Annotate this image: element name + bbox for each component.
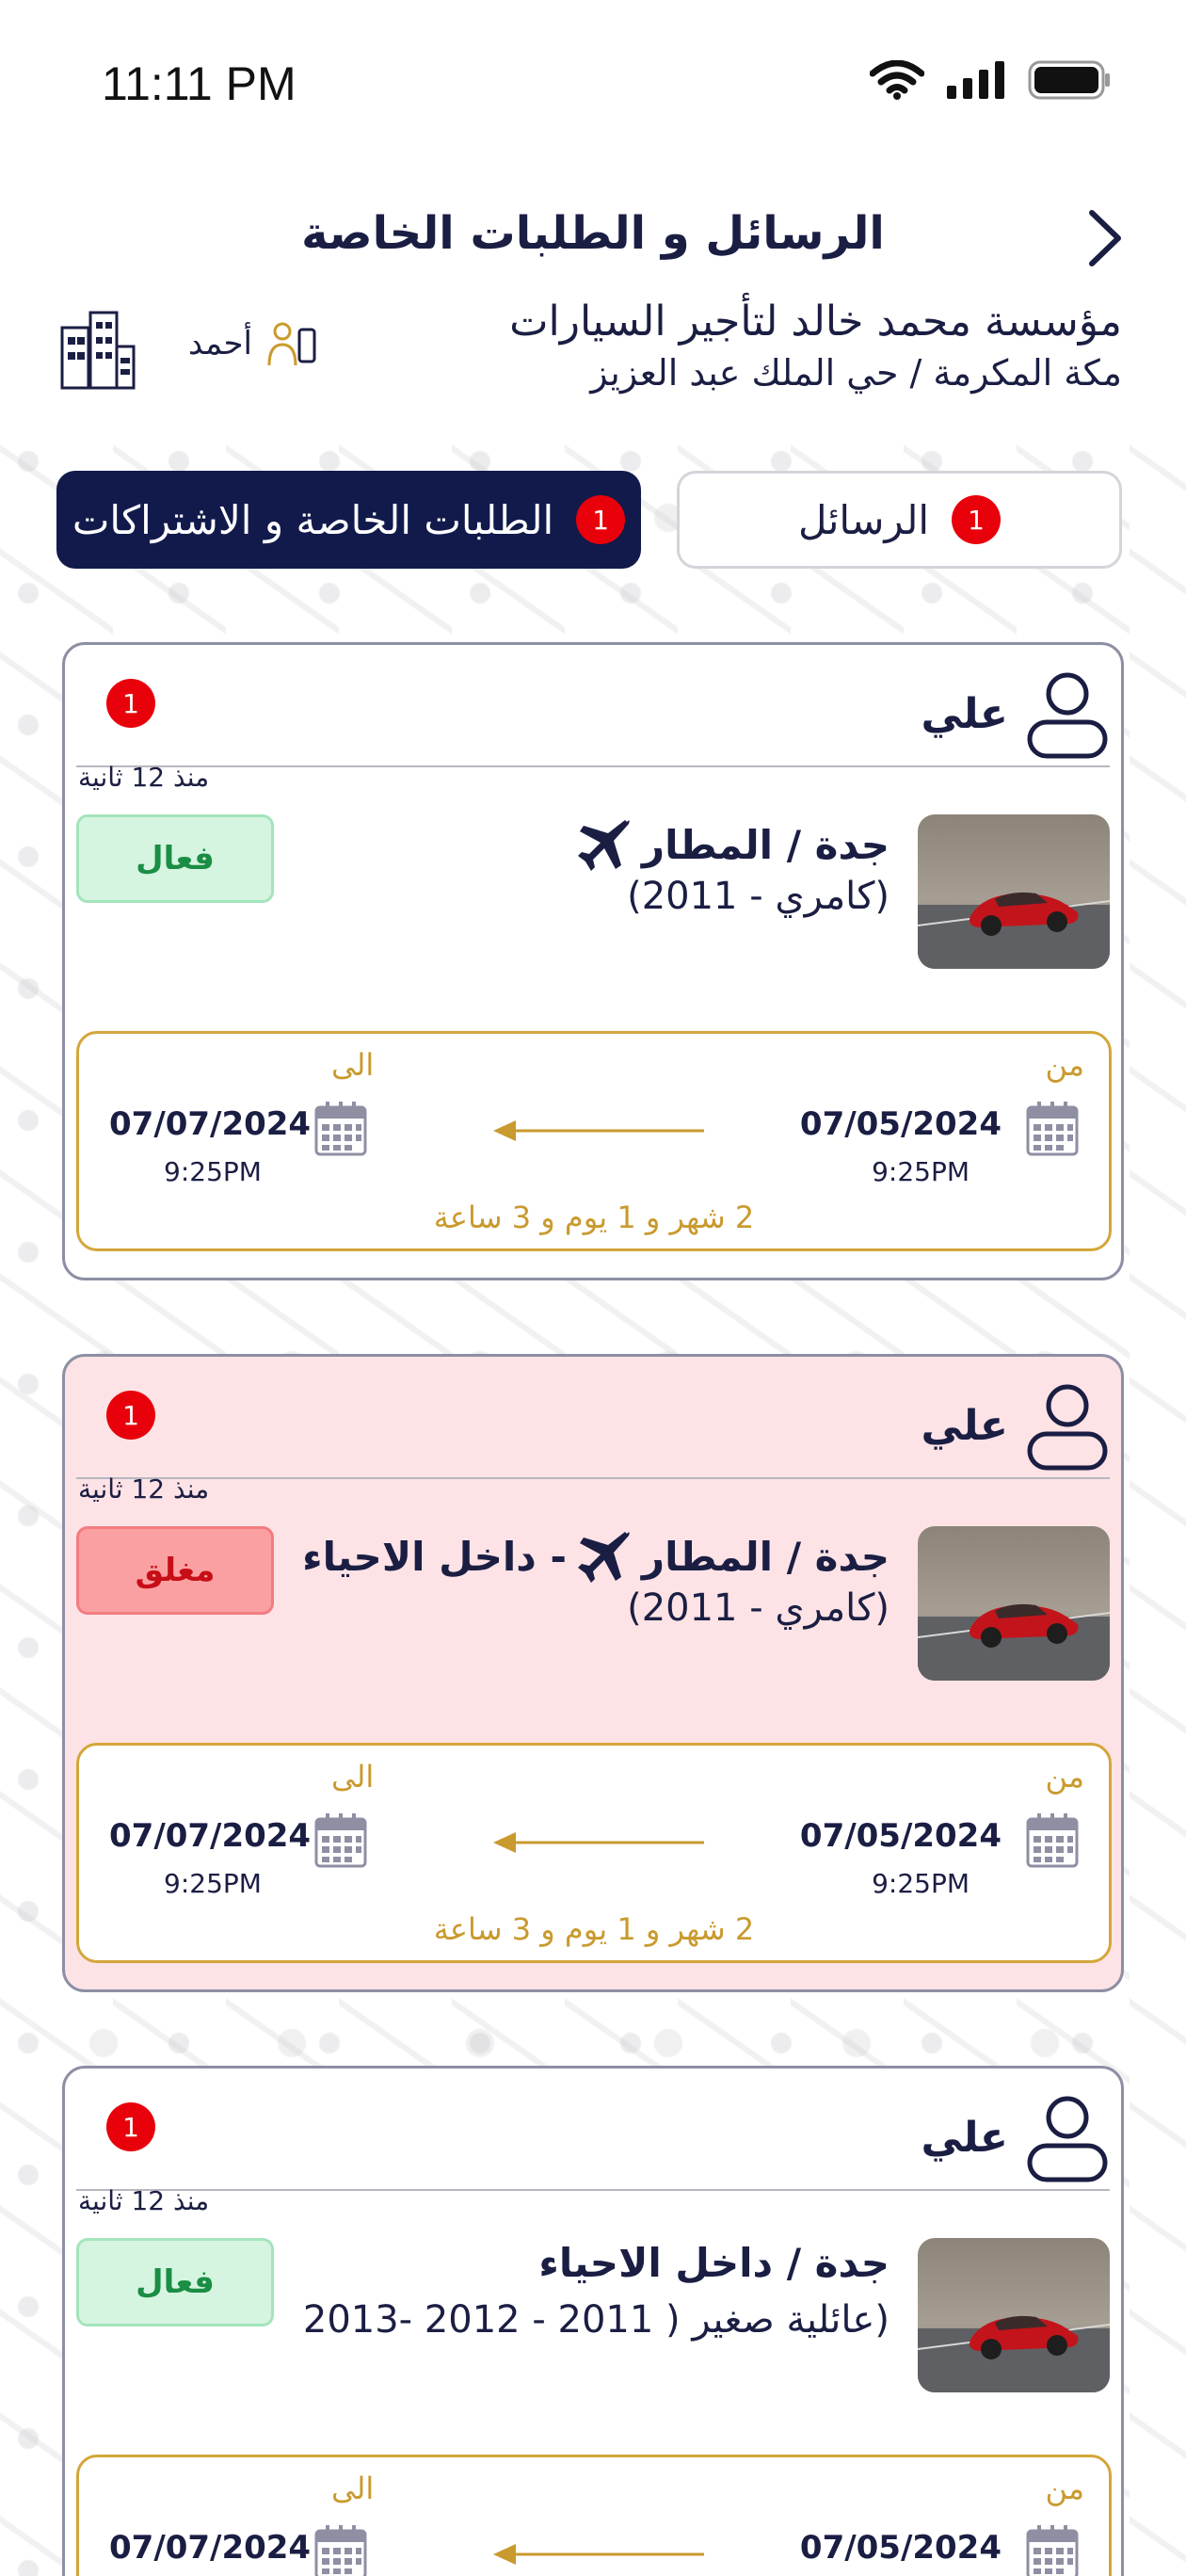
to-date: 07/07/2024 [109,1817,312,1855]
car-model: (كامري - 2011) [627,1586,890,1630]
calendar-icon [314,1102,367,1156]
header: الرسائل و الطلبات الخاصة [0,198,1186,282]
time-ago: منذ 12 ثانية [78,1473,210,1505]
trip-route: جدة / المطار [567,816,890,873]
from-date: 07/05/2024 [799,1105,1002,1143]
plane-icon [577,820,630,871]
from-label: من [1045,1047,1085,1083]
chevron-right-icon [1089,210,1121,266]
card-header: علي 1 منذ 12 ثانية [65,645,1121,793]
car-row: جدة / المطار - داخل الاحياء (كامري - 201… [65,1526,1121,1715]
to-date: 07/07/2024 [109,2529,312,2567]
company-name: مؤسسة محمد خالد لتأجير السيارات [509,298,1122,346]
back-button[interactable] [1077,205,1133,271]
from-label: من [1045,2471,1085,2506]
status-icons [870,60,1111,100]
date-range-box: من الى 07/05/2024 07/07/2024 9:25PM 9:25… [76,1031,1112,1251]
page-title: الرسائل و الطلبات الخاصة [301,207,885,260]
car-model: (كامري - 2011) [627,875,890,918]
calendar-icon [314,2525,367,2576]
time-ago: منذ 12 ثانية [78,762,210,793]
requests-badge: 1 [576,495,626,544]
divider [76,2189,1110,2191]
duration: 2 شهر و 1 يوم و 3 ساعة [433,1199,755,1235]
request-card[interactable]: علي 1 منذ 12 ثانية جدة / المطا [62,1354,1124,1992]
card-header: علي 1 منذ 12 ثانية [65,2069,1121,2216]
arrow-left-icon [493,1120,704,1141]
user-icon [1027,1384,1108,1471]
calendar-icon [1026,1102,1079,1156]
date-range-box: من الى 07/05/2024 07/07/2024 9:25PM 9:25… [76,1743,1112,1963]
tab-special-requests-label: الطلبات الخاصة و الاشتراكات [72,496,554,543]
user-icon [1027,672,1108,759]
user-name: علي [921,2114,1008,2162]
status-pill: فعال [76,814,274,903]
tab-messages[interactable]: 1 الرسائل [677,471,1122,569]
to-label: الى [331,2471,375,2506]
user-name: علي [921,1402,1008,1450]
request-card[interactable]: علي 1 منذ 12 ثانية جدة / داخل الاحياء (ع… [62,2066,1124,2576]
car-row: جدة / المطار (كامري - 2011) فعال [65,814,1121,1003]
wifi-icon [870,60,924,100]
car-model: (عائلية صغير ( 2011 - 2012 -2013 [302,2298,890,2342]
messages-badge: 1 [952,495,1002,544]
car-photo [918,1526,1110,1681]
from-date: 07/05/2024 [799,2529,1002,2567]
company-info: مؤسسة محمد خالد لتأجير السيارات مكة المك… [0,292,1186,424]
signal-icon [947,61,1004,99]
calendar-icon [1026,2525,1079,2576]
tab-messages-label: الرسائل [797,496,930,543]
route-suffix: - داخل الاحياء [302,1533,567,1580]
user-icon [1027,2096,1108,2182]
card-header: علي 1 منذ 12 ثانية [65,1357,1121,1505]
request-card[interactable]: علي 1 منذ 12 ثانية جدة / المطا [62,642,1124,1280]
route-prefix: جدة / المطار [641,1533,890,1580]
time-ago: منذ 12 ثانية [78,2185,210,2216]
status-time: 11:11 PM [102,57,296,110]
from-date: 07/05/2024 [799,1817,1002,1855]
to-time: 9:25PM [164,1156,262,1187]
status-pill: فعال [76,2238,274,2326]
trip-route: جدة / داخل الاحياء [529,2240,890,2286]
divider [76,765,1110,767]
car-row: جدة / داخل الاحياء (عائلية صغير ( 2011 -… [65,2238,1121,2426]
status-bar: 11:11 PM [0,0,1186,169]
date-range-box: من الى 07/05/2024 07/07/2024 [76,2455,1112,2576]
tab-bar: 1 الطلبات الخاصة و الاشتراكات 1 الرسائل [56,471,1122,570]
route-prefix: جدة / داخل الاحياء [538,2240,890,2286]
car-photo [918,2238,1110,2392]
to-time: 9:25PM [164,1868,262,1899]
agent-name: أحمد [188,325,252,362]
duration: 2 شهر و 1 يوم و 3 ساعة [433,1911,755,1947]
battery-icon [1028,60,1110,100]
route-prefix: جدة / المطار [641,821,890,868]
calendar-icon [314,1813,367,1868]
unread-badge: 1 [106,679,155,728]
arrow-left-icon [493,1832,704,1853]
calendar-icon [1026,1813,1079,1868]
status-pill: مغلق [76,1526,274,1615]
divider [76,1477,1110,1479]
to-date: 07/07/2024 [109,1105,312,1143]
car-photo [918,814,1110,969]
user-name: علي [921,690,1008,738]
to-label: الى [331,1759,375,1795]
unread-badge: 1 [106,2102,155,2151]
from-time: 9:25PM [872,1156,970,1187]
company-address: مكة المكرمة / حي الملك عبد العزيز [590,352,1122,394]
agent-info: أحمد [188,320,318,367]
from-label: من [1045,1759,1085,1795]
unread-badge: 1 [106,1391,155,1440]
trip-route: جدة / المطار - داخل الاحياء [302,1528,890,1585]
from-time: 9:25PM [872,1868,970,1899]
plane-icon [577,1532,630,1583]
agent-phone-icon [267,322,316,366]
to-label: الى [331,1047,375,1083]
building-icon [60,311,136,390]
arrow-left-icon [493,2544,704,2565]
tab-special-requests[interactable]: 1 الطلبات الخاصة و الاشتراكات [56,471,641,569]
